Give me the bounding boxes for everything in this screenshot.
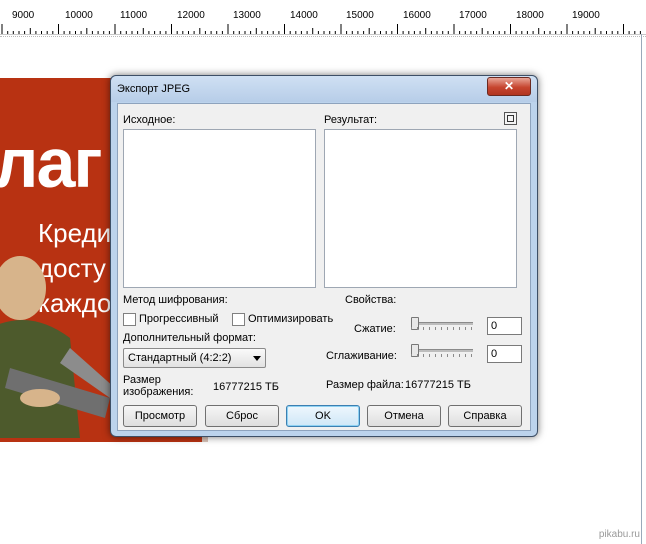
ruler-label: 10000: [65, 10, 93, 21]
artwork-person-image: [0, 256, 115, 438]
ruler-label: 15000: [346, 10, 374, 21]
dialog-title: Экспорт JPEG: [117, 83, 191, 95]
watermark: pikabu.ru: [598, 529, 640, 540]
chevron-down-icon: [253, 356, 261, 361]
file-size-label: Размер файла:: [326, 379, 404, 391]
close-icon: ✕: [503, 79, 515, 93]
progressive-label: Прогрессивный: [139, 313, 219, 325]
ruler-label: 19000: [572, 10, 600, 21]
ruler-label: 18000: [516, 10, 544, 21]
ok-button[interactable]: OK: [286, 405, 360, 427]
optimize-label: Оптимизировать: [248, 313, 334, 325]
horizontal-ruler: 9000 10000 11000 12000 13000 14000 15000…: [0, 0, 646, 35]
help-button[interactable]: Справка: [448, 405, 522, 427]
ruler-ticks: [1, 24, 641, 34]
reset-button[interactable]: Сброс: [205, 405, 279, 427]
file-size-value: 16777215 ТБ: [405, 379, 471, 391]
export-jpeg-dialog: Экспорт JPEG ✕ Исходное: Результат: Мето…: [110, 75, 538, 437]
ruler-label: 13000: [233, 10, 261, 21]
preview-layout-toggle-button[interactable]: [504, 112, 517, 125]
image-size-value: 16777215 ТБ: [213, 381, 279, 393]
close-button[interactable]: ✕: [487, 77, 531, 96]
dialog-body: Исходное: Результат: Метод шифрования: С…: [117, 103, 531, 431]
smoothing-label: Сглаживание:: [326, 350, 397, 362]
page-border-line: [641, 34, 642, 544]
compression-label: Сжатие:: [354, 323, 396, 335]
result-label: Результат:: [324, 114, 378, 126]
properties-label: Свойства:: [345, 294, 397, 306]
extra-format-select[interactable]: Стандартный (4:2:2): [123, 348, 266, 368]
ruler-label: 9000: [12, 10, 35, 21]
cancel-button[interactable]: Отмена: [367, 405, 441, 427]
ruler-label: 11000: [120, 10, 148, 21]
compression-input[interactable]: 0: [487, 317, 522, 335]
image-size-label: изображения:: [123, 386, 194, 398]
optimize-checkbox[interactable]: [232, 313, 245, 326]
original-preview-pane: [123, 129, 316, 288]
result-preview-pane: [324, 129, 517, 288]
encoding-method-label: Метод шифрования:: [123, 294, 228, 306]
image-size-label: Размер: [123, 374, 161, 386]
dialog-titlebar[interactable]: Экспорт JPEG ✕: [111, 76, 537, 102]
artwork-headline: лаг: [0, 124, 103, 202]
smoothing-input[interactable]: 0: [487, 345, 522, 363]
artwork-text-line: Креди: [38, 218, 112, 248]
guideline: [0, 36, 646, 37]
ruler-label: 16000: [403, 10, 431, 21]
ruler-label: 14000: [290, 10, 318, 21]
smoothing-slider[interactable]: [411, 344, 473, 358]
original-label: Исходное:: [123, 114, 176, 126]
ruler-label: 17000: [459, 10, 487, 21]
extra-format-label: Дополнительный формат:: [123, 332, 256, 344]
ruler-label: 12000: [177, 10, 205, 21]
progressive-checkbox[interactable]: [123, 313, 136, 326]
compression-slider[interactable]: [411, 317, 473, 331]
preview-button[interactable]: Просмотр: [123, 405, 197, 427]
